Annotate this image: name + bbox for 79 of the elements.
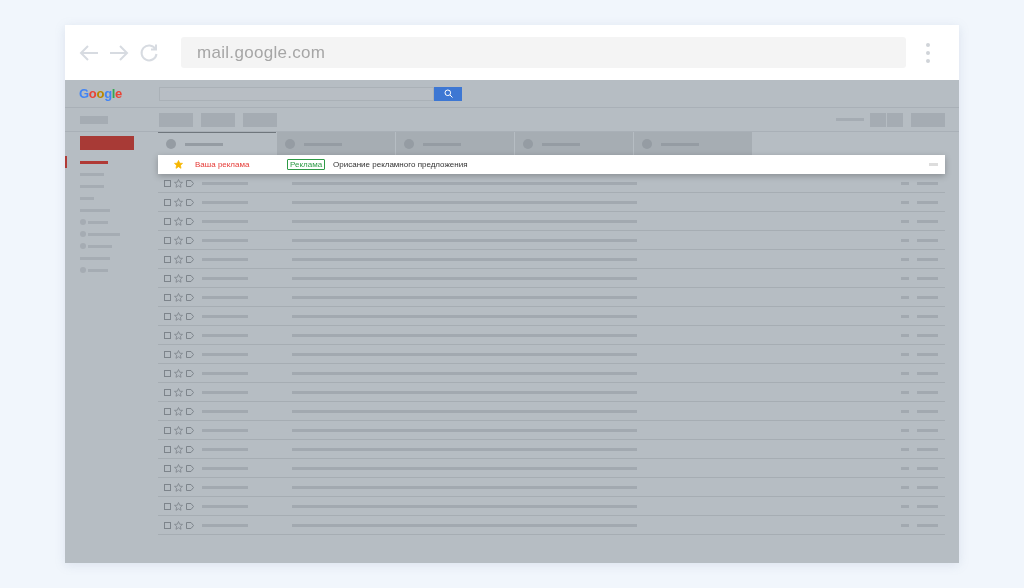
star-icon[interactable]	[174, 160, 183, 169]
date-placeholder	[929, 163, 938, 166]
logo: Google	[79, 86, 123, 101]
inbox-tab[interactable]	[396, 132, 514, 155]
star-icon[interactable]	[174, 254, 183, 264]
ad-tag: Реклама	[287, 159, 326, 170]
star-icon[interactable]	[174, 387, 183, 397]
checkbox-icon[interactable]	[164, 331, 171, 339]
star-icon[interactable]	[174, 273, 183, 283]
star-icon[interactable]	[174, 349, 183, 359]
label-icon[interactable]	[186, 464, 194, 472]
star-icon[interactable]	[174, 216, 183, 226]
checkbox-icon[interactable]	[164, 426, 171, 434]
label-icon[interactable]	[186, 426, 194, 434]
label-icon[interactable]	[186, 293, 194, 301]
checkbox-icon[interactable]	[164, 198, 171, 206]
inbox-tab[interactable]	[277, 132, 395, 155]
star-icon[interactable]	[174, 444, 183, 454]
star-icon[interactable]	[174, 178, 183, 188]
back-arrow-icon[interactable]	[79, 44, 99, 61]
star-icon[interactable]	[174, 520, 183, 530]
label-icon[interactable]	[186, 521, 194, 529]
inbox-tab[interactable]	[634, 132, 752, 155]
label-icon[interactable]	[186, 445, 194, 453]
search-button[interactable]	[434, 86, 462, 101]
menu-icon[interactable]	[926, 42, 930, 63]
checkbox-icon[interactable]	[164, 464, 171, 472]
forward-arrow-icon[interactable]	[109, 44, 129, 61]
star-icon[interactable]	[174, 501, 183, 511]
star-icon[interactable]	[174, 406, 183, 416]
ad-row[interactable]: Ваша реклама Реклама Орисание рекламного предложения	[158, 155, 945, 174]
label-icon[interactable]	[186, 217, 194, 225]
star-icon[interactable]	[174, 482, 183, 492]
label-icon[interactable]	[186, 483, 194, 491]
checkbox-icon[interactable]	[164, 179, 171, 187]
checkbox-icon[interactable]	[164, 274, 171, 282]
search-field[interactable]	[159, 86, 434, 101]
star-icon[interactable]	[174, 330, 183, 340]
checkbox-icon[interactable]	[164, 217, 171, 225]
label-icon[interactable]	[186, 274, 194, 282]
label-icon[interactable]	[186, 198, 194, 206]
label-icon[interactable]	[186, 179, 194, 187]
label-icon[interactable]	[186, 388, 194, 396]
reload-icon[interactable]	[139, 42, 159, 63]
star-icon[interactable]	[174, 463, 183, 473]
checkbox-icon[interactable]	[164, 521, 171, 529]
sender-name: Ваша реклама	[195, 160, 251, 169]
star-icon[interactable]	[174, 311, 183, 321]
inbox-tab[interactable]	[515, 132, 633, 155]
star-icon[interactable]	[174, 197, 183, 207]
checkbox-icon[interactable]	[164, 369, 171, 377]
label-icon[interactable]	[186, 369, 194, 377]
sidebar-item[interactable]	[80, 160, 108, 164]
checkbox-icon[interactable]	[164, 255, 171, 263]
star-icon[interactable]	[174, 235, 183, 245]
checkbox-icon[interactable]	[164, 407, 171, 415]
checkbox-icon[interactable]	[164, 483, 171, 491]
checkbox-icon[interactable]	[164, 293, 171, 301]
tab-label-placeholder	[185, 142, 223, 146]
star-icon[interactable]	[174, 292, 183, 302]
checkbox-icon[interactable]	[164, 350, 171, 358]
checkbox-icon[interactable]	[164, 236, 171, 244]
tab-icon	[166, 139, 176, 149]
label-icon[interactable]	[186, 407, 194, 415]
label-icon[interactable]	[186, 255, 194, 263]
label-icon[interactable]	[186, 331, 194, 339]
checkbox-icon[interactable]	[164, 445, 171, 453]
star-icon[interactable]	[174, 368, 183, 378]
label-icon[interactable]	[186, 236, 194, 244]
checkbox-icon[interactable]	[164, 388, 171, 396]
star-icon[interactable]	[174, 425, 183, 435]
search-icon	[443, 89, 453, 98]
label-icon[interactable]	[186, 350, 194, 358]
label-icon[interactable]	[186, 502, 194, 510]
compose-button[interactable]	[80, 136, 134, 150]
email-subject: Орисание рекламного предложения	[333, 160, 468, 169]
checkbox-icon[interactable]	[164, 502, 171, 510]
checkbox-icon[interactable]	[164, 312, 171, 320]
label-icon[interactable]	[186, 312, 194, 320]
